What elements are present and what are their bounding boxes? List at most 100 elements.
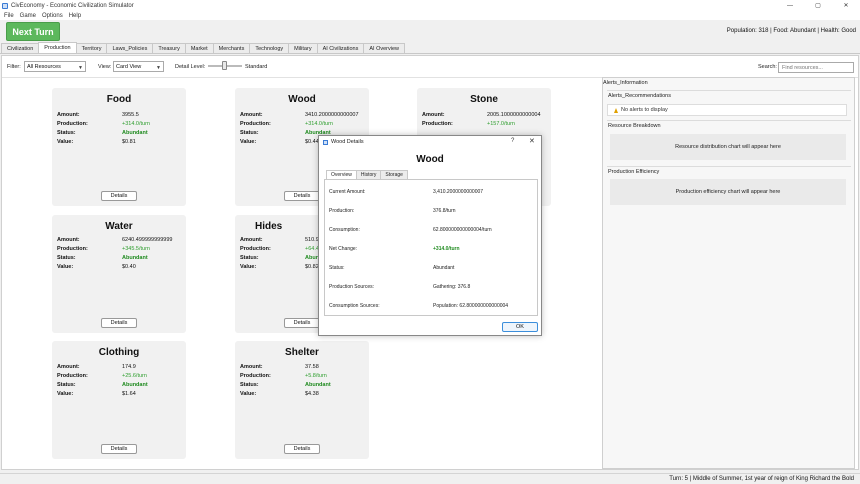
value-label: Value: [57,264,74,270]
main-tabs: Civilization Production Territory Laws_P… [0,42,860,54]
dialog-tab-overview[interactable]: Overview [326,170,357,179]
production-efficiency-placeholder: Production efficiency chart will appear … [610,179,846,205]
value-value: $4.38 [305,391,319,397]
resource-card-food: Food Amount: 3955.5 Production: +314.0/tur… [52,88,186,206]
production-efficiency-title: Production Efficiency [608,169,660,175]
tab-ai-overview[interactable]: AI Overview [363,43,405,53]
tab-merchants[interactable]: Merchants [212,43,251,53]
card-title: Stone [470,94,498,105]
amount-label: Amount: [240,364,263,370]
no-alerts-box: No alerts to display [607,104,847,116]
tab-market[interactable]: Market [184,43,214,53]
value-value: $1.64 [122,391,136,397]
filter-select-value: All Resources [27,63,61,70]
view-select-value: Card View [116,63,142,70]
value-label: Value: [57,391,74,397]
status-bar: Turn: 5 | Middle of Summer, 1st year of … [0,473,860,484]
production-label: Production: [240,121,271,127]
tab-production[interactable]: Production [38,42,77,53]
details-button-food[interactable]: Details [101,191,137,201]
detail-value: +314.0/turn [433,246,460,252]
resource-card-water: Water Amount: 6240.499999999999 Productio… [52,215,186,333]
dialog-title: Wood Details [331,139,364,145]
dialog-tab-history[interactable]: History [355,170,382,179]
production-label: Production: [57,246,88,252]
close-button[interactable]: ✕ [832,0,860,11]
value-label: Value: [240,139,257,145]
details-button-shelter[interactable]: Details [284,444,320,454]
dialog-tab-storage[interactable]: Storage [380,170,408,179]
search-input[interactable] [778,62,854,73]
ok-button[interactable]: OK [502,322,538,332]
window-titlebar: CivEconomy - Economic Civilization Simul… [0,0,860,11]
amount-label: Amount: [240,237,263,243]
menu-help[interactable]: Help [69,13,81,19]
value-label: Value: [240,391,257,397]
details-button-clothing[interactable]: Details [101,444,137,454]
detail-level-value: Standard [245,64,268,70]
view-select[interactable]: Card View ▼ [113,61,164,72]
detail-level-label: Detail Level: [175,64,206,70]
menu-options[interactable]: Options [42,13,63,19]
alerts-recommendations-title: Alerts_Recommendations [608,93,671,99]
tab-laws-policies[interactable]: Laws_Policies [106,43,154,53]
chevron-down-icon: ▼ [156,65,161,71]
value-value: $0.81 [122,139,136,145]
tab-territory[interactable]: Territory [75,43,108,53]
production-value: +25.6/turn [122,373,147,379]
menu-file[interactable]: File [4,13,14,19]
card-title: Water [105,221,133,232]
detail-label: Status: [329,265,345,271]
detail-level-slider-handle[interactable] [222,61,227,70]
amount-value: 37.58 [305,364,319,370]
details-button-hides[interactable]: Details [284,318,320,328]
dialog-tabs: Overview History Storage [326,170,408,179]
tab-civilization[interactable]: Civilization [1,43,40,53]
tab-military[interactable]: Military [288,43,318,53]
amount-label: Amount: [57,237,80,243]
status-label: Status: [240,382,259,388]
status-value: Abundant [122,130,148,136]
menu-game[interactable]: Game [20,13,36,19]
resource-card-shelter: Shelter Amount: 37.58 Production: +5.8/tur… [235,341,369,459]
dialog-heading: Wood [416,154,444,165]
value-value: $0.44 [305,139,319,145]
production-label: Production: [57,121,88,127]
dialog-app-icon [323,139,328,145]
status-label: Status: [240,130,259,136]
card-title: Shelter [285,347,319,358]
production-label: Production: [240,246,271,252]
population-status: Population: 318 | Food: Abundant | Healt… [726,28,856,34]
detail-label: Consumption Sources: [329,303,380,309]
details-button-wood[interactable]: Details [284,191,320,201]
tab-technology[interactable]: Technology [249,43,290,53]
production-label: Production: [57,373,88,379]
alerts-panel-title: Alerts_Information [603,80,648,86]
amount-label: Amount: [57,364,80,370]
status-value: Abundant [122,382,148,388]
dialog-overview-panel: Current Amount: 3,410.2000000000007 Produ… [324,179,538,316]
production-value: +314.0/turn [305,121,333,127]
dialog-titlebar: Wood Details [319,136,541,148]
value-value: $0.82 [305,264,319,270]
value-label: Value: [57,139,74,145]
card-title: Wood [288,94,316,105]
maximize-button[interactable]: ▢ [804,0,832,11]
status-value: Abundant [305,382,331,388]
minimize-button[interactable]: — [776,0,804,11]
help-button[interactable]: ? [511,138,514,144]
amount-value: 6240.499999999999 [122,237,173,243]
status-value: Abundant [122,255,148,261]
amount-label: Amount: [422,112,445,118]
tab-ai-civilizations[interactable]: AI Civilizations [316,43,365,53]
amount-value: 174.9 [122,364,136,370]
dialog-close-button[interactable]: ✕ [529,137,535,145]
next-turn-button[interactable]: Next Turn [6,22,60,41]
status-label: Status: [57,255,76,261]
detail-label: Consumption: [329,227,360,233]
alerts-panel: Alerts_Information Alerts_Recommendation… [602,77,855,469]
tab-treasury[interactable]: Treasury [152,43,186,53]
top-bar: Next Turn Population: 318 | Food: Abunda… [0,20,860,42]
filter-select[interactable]: All Resources ▼ [24,61,86,72]
details-button-water[interactable]: Details [101,318,137,328]
